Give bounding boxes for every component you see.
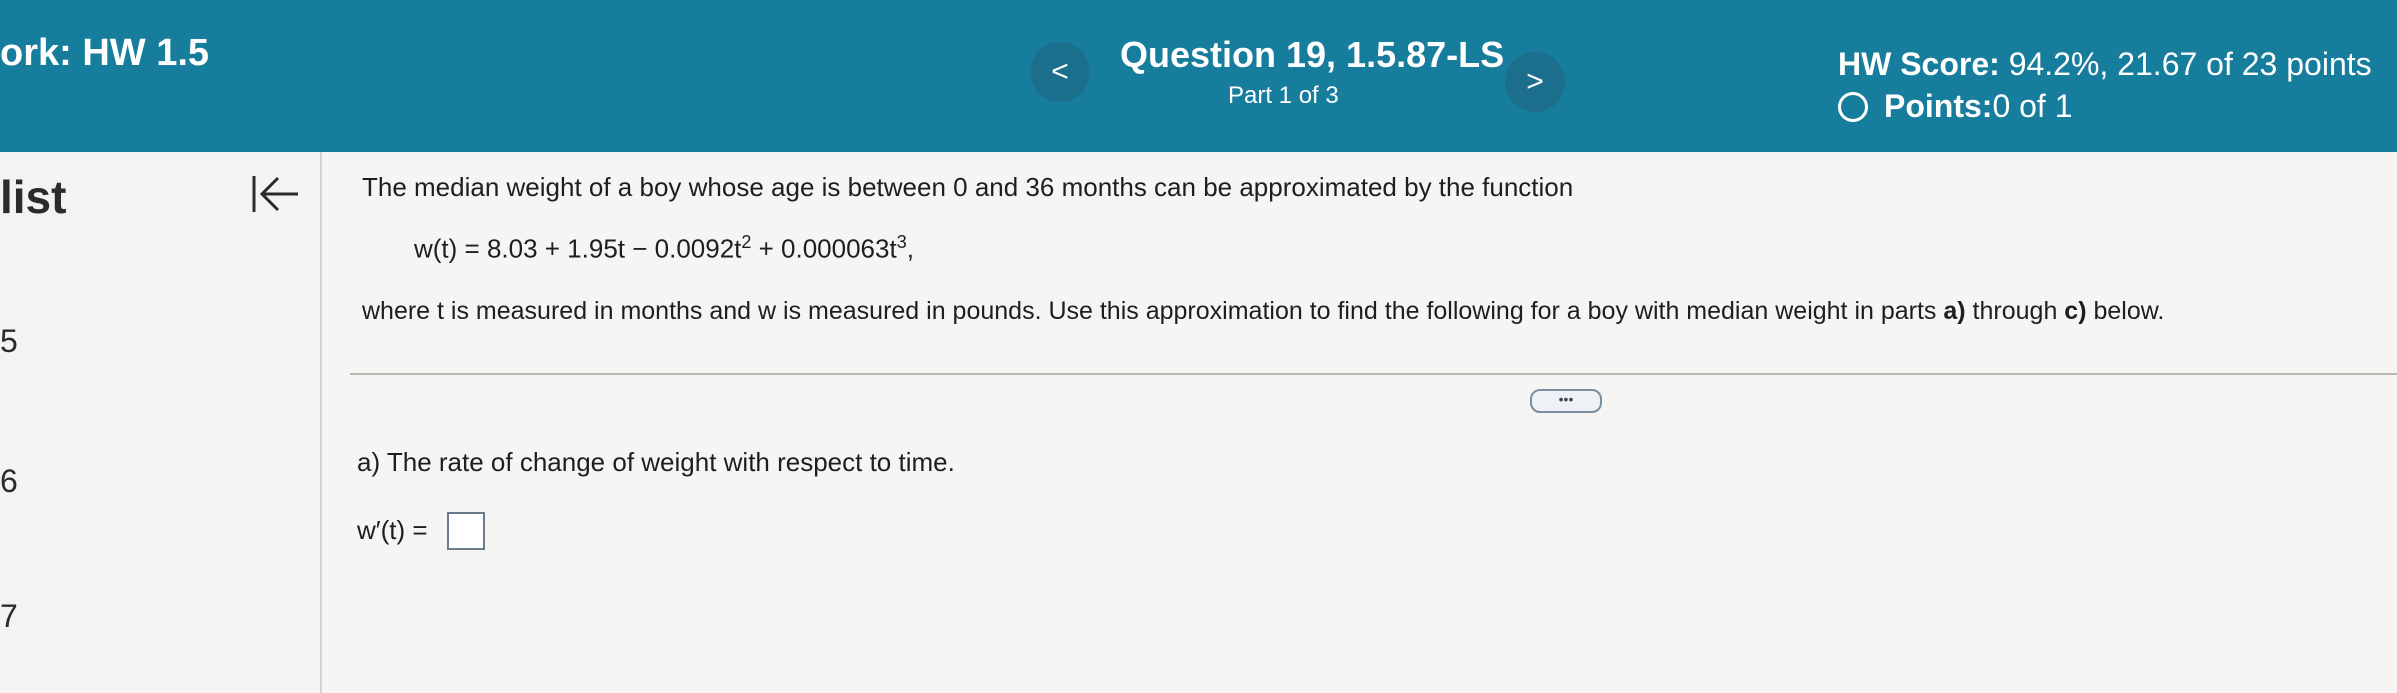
hw-score-label: HW Score:: [1838, 46, 2000, 82]
question-list-item[interactable]: 7: [0, 598, 18, 635]
explanation-part-c: c): [2064, 297, 2087, 325]
question-title: Question 19, 1.5.87-LS: [1120, 34, 1505, 75]
chevron-left-icon: <: [1051, 55, 1069, 88]
expand-more-button[interactable]: •••: [1530, 389, 1602, 413]
question-list-sidebar: [0, 152, 322, 693]
previous-question-button[interactable]: <: [1030, 42, 1090, 102]
formula-part-1: w(t) = 8.03 + 1.95t − 0.0092t: [414, 233, 742, 264]
question-explanation: where t is measured in months and w is m…: [362, 297, 2164, 326]
question-list-item[interactable]: 5: [0, 323, 18, 360]
circle-icon: [1838, 91, 1868, 122]
formula-exponent-3: 3: [896, 232, 907, 252]
explanation-text-2: through: [1965, 297, 2065, 325]
section-divider: [350, 373, 2397, 375]
weight-function: w(t) = 8.03 + 1.95t − 0.0092t2 + 0.00006…: [414, 232, 914, 265]
question-part: Part 1 of 3: [1228, 82, 1339, 109]
collapse-sidebar-icon[interactable]: [248, 172, 304, 216]
part-a-prompt: a) The rate of change of weight with res…: [357, 447, 955, 477]
explanation-text-1: where t is measured in months and w is m…: [362, 297, 1944, 325]
question-intro: The median weight of a boy whose age is …: [362, 172, 1574, 202]
hw-score-value: 94.2%, 21.67 of 23 points: [1999, 46, 2372, 82]
question-list-heading: list: [0, 171, 67, 223]
explanation-part-a: a): [1943, 297, 1966, 325]
chevron-right-icon: >: [1526, 65, 1544, 98]
hw-score: HW Score: 94.2%, 21.67 of 23 points: [1838, 46, 2372, 83]
points-label: Points:: [1884, 88, 1993, 124]
formula-part-3: ,: [906, 233, 914, 264]
question-list-item[interactable]: 6: [0, 463, 18, 500]
answer-input-box[interactable]: [447, 512, 485, 550]
answer-label: w′(t) =: [357, 515, 428, 545]
next-question-button[interactable]: >: [1505, 52, 1565, 112]
formula-exponent-2: 2: [741, 232, 752, 252]
assignment-header: ork: HW 1.5 < Question 19, 1.5.87-LS Par…: [0, 0, 2397, 152]
explanation-text-3: below.: [2086, 297, 2165, 325]
points-value: 0 of 1: [1992, 88, 2073, 124]
homework-title: ork: HW 1.5: [0, 32, 210, 74]
points-status: Points: 0 of 1: [1838, 88, 2073, 125]
formula-part-2: + 0.000063t: [751, 233, 897, 264]
